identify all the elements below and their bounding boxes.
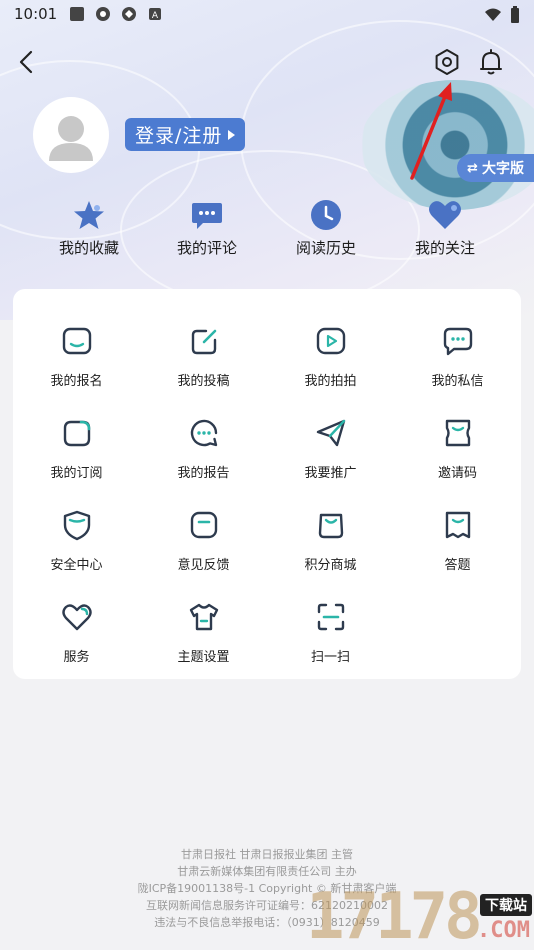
login-register-button[interactable]: 登录/注册: [125, 118, 246, 151]
menu-item-label: 意见反馈: [177, 558, 230, 573]
big-font-mode-button[interactable]: ⇄ 大字版: [457, 154, 534, 182]
shop-icon: [318, 513, 343, 539]
user-placeholder-icon: [49, 116, 93, 161]
battery-icon: [510, 6, 520, 28]
menu-item-invite-code[interactable]: 邀请码: [394, 417, 521, 481]
play-triangle-icon: [228, 129, 236, 140]
send-icon: [316, 419, 345, 447]
quick-link-label: 阅读历史: [295, 239, 356, 257]
notification-icon: [69, 6, 85, 22]
menu-item-label: 安全中心: [50, 558, 103, 573]
back-button[interactable]: [12, 46, 40, 78]
report-icon: [190, 419, 217, 447]
menu-item-scan[interactable]: 扫一扫: [267, 601, 394, 665]
settings-button[interactable]: [432, 47, 462, 77]
footer-line: 甘肃日报社 甘肃日报报业集团 主管: [181, 848, 353, 861]
menu-item-private-message[interactable]: 我的私信: [394, 325, 521, 389]
menu-item-theme-settings[interactable]: 主题设置: [140, 601, 267, 665]
subscribe-icon: [63, 420, 90, 447]
menu-item-label: 扫一扫: [310, 650, 350, 665]
shield-icon: [63, 510, 90, 541]
menu-item-label: 我的订阅: [50, 466, 103, 481]
app-notification-icon: [121, 6, 137, 22]
notifications-button[interactable]: [476, 47, 506, 77]
quick-link-following[interactable]: 我的关注: [385, 198, 505, 258]
footer: 甘肃日报社 甘肃日报报业集团 主管 甘肃云新媒体集团有限责任公司 主办 陇ICP…: [0, 846, 534, 931]
footer-line: 甘肃云新媒体集团有限责任公司 主办: [177, 865, 357, 878]
menu-item-quiz[interactable]: 答题: [394, 509, 521, 573]
app-notification-icon: [95, 6, 111, 22]
quick-link-label: 我的收藏: [58, 239, 119, 257]
menu-item-label: 我的私信: [431, 374, 484, 389]
quick-link-comments[interactable]: 我的评论: [147, 198, 267, 258]
menu-item-promote[interactable]: 我要推广: [267, 417, 394, 481]
menu-item-label: 我要推广: [304, 466, 357, 481]
menu-item-label: 服务: [63, 650, 90, 665]
shirt-icon: [189, 603, 218, 631]
login-register-label: 登录/注册: [135, 125, 223, 147]
menu-item-points-mall[interactable]: 积分商城: [267, 509, 394, 573]
menu-item-label: 我的报告: [177, 466, 230, 481]
menu-item-label: 答题: [444, 558, 471, 573]
menu-item-label: 邀请码: [437, 466, 477, 481]
quick-link-favorites[interactable]: 我的收藏: [29, 198, 149, 258]
status-bar: 10:01 A: [0, 0, 534, 28]
menu-item-subscription[interactable]: 我的订阅: [13, 417, 140, 481]
a-badge-icon: A: [147, 6, 163, 22]
menu-item-label: 我的报名: [50, 374, 103, 389]
footer-line: 违法与不良信息举报电话：（0931）8120459: [154, 916, 380, 929]
menu-item-feedback[interactable]: 意见反馈: [140, 509, 267, 573]
quick-link-label: 我的评论: [176, 239, 237, 257]
heart-icon: [428, 198, 462, 232]
menu-item-label: 我的拍拍: [304, 374, 357, 389]
chevron-left-icon: [19, 50, 33, 74]
quiz-icon: [445, 511, 470, 539]
menu-item-label: 主题设置: [177, 650, 230, 665]
feedback-icon: [190, 511, 217, 539]
feature-grid-card: 我的报名 我的投稿 我的拍拍 我的私信 我的订阅 我的报告 我要推广 邀请码 安…: [13, 289, 521, 679]
scan-icon: [317, 603, 344, 631]
status-time: 10:01: [14, 5, 58, 23]
menu-item-service[interactable]: 服务: [13, 601, 140, 665]
menu-item-video[interactable]: 我的拍拍: [267, 325, 394, 389]
bell-icon: [480, 49, 502, 75]
message-icon: [443, 327, 472, 356]
quick-link-history[interactable]: 阅读历史: [266, 198, 386, 258]
heart-outline-icon: [61, 604, 92, 631]
avatar[interactable]: [33, 97, 109, 173]
menu-item-signup[interactable]: 我的报名: [13, 325, 140, 389]
wifi-icon: [484, 8, 502, 26]
big-font-label: 大字版: [481, 161, 524, 177]
footer-line: 互联网新闻信息服务许可证编号：62120210002: [146, 899, 388, 912]
svg-text:A: A: [152, 11, 159, 21]
menu-item-label: 我的投稿: [177, 374, 230, 389]
comment-icon: [190, 198, 224, 232]
menu-item-security-center[interactable]: 安全中心: [13, 509, 140, 573]
settings-hexagon-icon: [435, 49, 459, 75]
star-icon: [72, 198, 106, 232]
invite-icon: [445, 419, 470, 447]
footer-line: 陇ICP备19001138号-1 Copyright © 新甘肃客户端: [137, 882, 397, 895]
quick-link-label: 我的关注: [414, 239, 475, 257]
menu-item-report[interactable]: 我的报告: [140, 417, 267, 481]
video-icon: [316, 327, 345, 355]
edit-icon: [191, 329, 216, 355]
menu-item-submission[interactable]: 我的投稿: [140, 325, 267, 389]
menu-item-label: 积分商城: [304, 558, 357, 573]
signup-icon: [62, 327, 91, 355]
switch-arrows-icon: ⇄: [467, 160, 478, 176]
clock-icon: [309, 198, 343, 232]
